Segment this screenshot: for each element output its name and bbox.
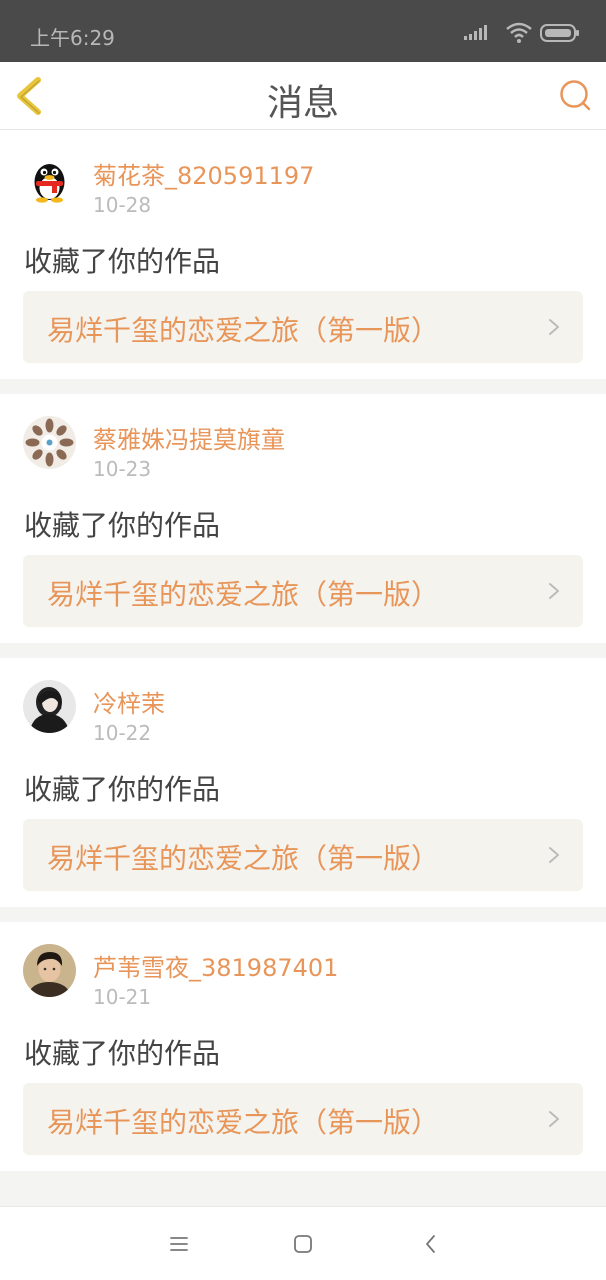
message-card: 菊花茶_820591197 10-28 收藏了你的作品 易烊千玺的恋爱之旅（第一… xyxy=(0,130,606,379)
username[interactable]: 冷梓茉 xyxy=(93,684,165,719)
home-button[interactable] xyxy=(290,1231,316,1257)
back-arrow-icon xyxy=(426,1235,435,1253)
home-square-icon xyxy=(294,1235,312,1253)
message-card: 冷梓茉 10-22 收藏了你的作品 易烊千玺的恋爱之旅（第一版） xyxy=(0,658,606,907)
work-title: 易烊千玺的恋爱之旅（第一版） xyxy=(47,314,440,347)
work-link[interactable]: 易烊千玺的恋爱之旅（第一版） xyxy=(23,555,583,627)
message-action: 收藏了你的作品 xyxy=(24,773,221,806)
message-date: 10-28 xyxy=(93,193,152,217)
system-nav-bar xyxy=(0,1206,606,1280)
signal-icon xyxy=(464,25,487,40)
work-link[interactable]: 易烊千玺的恋爱之旅（第一版） xyxy=(23,1083,583,1155)
menu-button[interactable] xyxy=(166,1231,192,1257)
boy-portrait-avatar-icon xyxy=(23,944,76,997)
message-card: 蔡雅姝冯提莫旗童 10-23 收藏了你的作品 易烊千玺的恋爱之旅（第一版） xyxy=(0,394,606,643)
work-link[interactable]: 易烊千玺的恋爱之旅（第一版） xyxy=(23,819,583,891)
app-header: 消息 xyxy=(0,62,606,130)
wifi-icon xyxy=(506,22,532,43)
avatar[interactable] xyxy=(23,680,76,733)
battery-icon xyxy=(540,24,579,42)
avatar[interactable] xyxy=(23,152,76,205)
username[interactable]: 菊花茶_820591197 xyxy=(93,156,314,191)
avatar[interactable] xyxy=(23,416,76,469)
message-action: 收藏了你的作品 xyxy=(24,1037,221,1070)
chevron-right-icon xyxy=(549,583,559,599)
qq-penguin-avatar-icon xyxy=(23,152,76,205)
username[interactable]: 蔡雅姝冯提莫旗童 xyxy=(93,420,285,455)
chevron-right-icon xyxy=(549,319,559,335)
chevron-right-icon xyxy=(549,847,559,863)
work-link[interactable]: 易烊千玺的恋爱之旅（第一版） xyxy=(23,291,583,363)
search-icon xyxy=(560,80,591,111)
menu-icon xyxy=(170,1237,188,1251)
girl-portrait-avatar-icon xyxy=(23,680,76,733)
search-button[interactable] xyxy=(558,78,592,112)
message-list: 菊花茶_820591197 10-28 收藏了你的作品 易烊千玺的恋爱之旅（第一… xyxy=(0,130,606,1186)
avatar[interactable] xyxy=(23,944,76,997)
message-action: 收藏了你的作品 xyxy=(24,509,221,542)
message-card: 芦苇雪夜_381987401 10-21 收藏了你的作品 易烊千玺的恋爱之旅（第… xyxy=(0,922,606,1171)
nav-back-button[interactable] xyxy=(418,1231,444,1257)
flower-avatar-icon xyxy=(23,416,76,469)
chevron-right-icon xyxy=(549,1111,559,1127)
message-date: 10-23 xyxy=(93,457,152,481)
page-title: 消息 xyxy=(266,83,339,124)
message-date: 10-22 xyxy=(93,721,152,745)
message-action: 收藏了你的作品 xyxy=(24,245,221,278)
status-bar: 上午6:29 xyxy=(0,0,606,62)
work-title: 易烊千玺的恋爱之旅（第一版） xyxy=(47,1106,440,1139)
work-title: 易烊千玺的恋爱之旅（第一版） xyxy=(47,842,440,875)
username[interactable]: 芦苇雪夜_381987401 xyxy=(93,948,338,983)
message-date: 10-21 xyxy=(93,985,152,1009)
status-time: 上午6:29 xyxy=(30,26,115,50)
work-title: 易烊千玺的恋爱之旅（第一版） xyxy=(47,578,440,611)
